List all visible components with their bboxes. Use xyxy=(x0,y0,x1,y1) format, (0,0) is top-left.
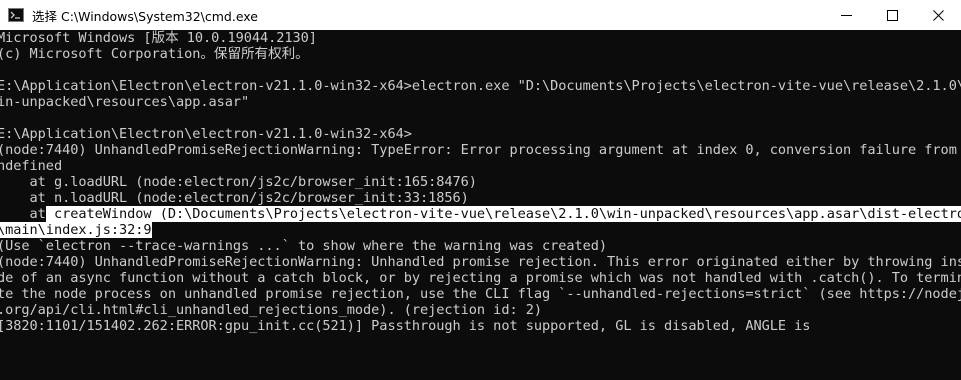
cmd-window: 选择 C:\Windows\System32\cmd.exe Microsoft… xyxy=(0,0,961,380)
console-line-with-selection: at createWindow (D:\Documents\Projects\e… xyxy=(0,206,961,222)
minimize-button[interactable] xyxy=(823,0,869,30)
console-line: .org/api/cli.html#cli_unhandled_rejectio… xyxy=(0,302,542,318)
console-line: te the node process on unhandled promise… xyxy=(0,286,961,302)
minimize-icon xyxy=(840,14,852,16)
window-controls xyxy=(823,0,961,30)
maximize-icon xyxy=(886,9,898,21)
console-line: ndefined xyxy=(0,158,63,174)
window-title: 选择 C:\Windows\System32\cmd.exe xyxy=(32,8,258,24)
console-line: in-unpacked\resources\app.asar" xyxy=(0,94,250,110)
console-line: (Use `electron --trace-warnings ...` to … xyxy=(0,238,608,254)
text-selection[interactable]: \main\index.js:32:9 xyxy=(0,222,152,238)
console-line: Microsoft Windows [版本 10.0.19044.2130] xyxy=(0,30,317,46)
maximize-button[interactable] xyxy=(869,0,915,30)
console-line: (node:7440) UnhandledPromiseRejectionWar… xyxy=(0,254,961,270)
title-bar[interactable]: 选择 C:\Windows\System32\cmd.exe xyxy=(0,0,961,30)
console-line-with-selection: \main\index.js:32:9 xyxy=(0,222,152,238)
console-line: (node:7440) UnhandledPromiseRejectionWar… xyxy=(0,142,961,158)
cmd-icon xyxy=(8,8,24,22)
close-icon xyxy=(932,9,944,21)
console-line: at n.loadURL (node:electron/js2c/browser… xyxy=(0,190,469,206)
console-line: (c) Microsoft Corporation。保留所有权利。 xyxy=(0,46,309,62)
console-line: E:\Application\Electron\electron-v21.1.0… xyxy=(0,126,412,142)
console-output[interactable]: Microsoft Windows [版本 10.0.19044.2130] (… xyxy=(0,30,961,380)
console-line: E:\Application\Electron\electron-v21.1.0… xyxy=(0,78,961,94)
console-line: at g.loadURL (node:electron/js2c/browser… xyxy=(0,174,477,190)
console-line: [3820:1101/151402.262:ERROR:gpu_init.cc(… xyxy=(0,318,811,334)
console-line-prefix: at xyxy=(0,206,46,222)
close-button[interactable] xyxy=(915,0,961,30)
console-line: de of an async function without a catch … xyxy=(0,270,961,286)
text-selection[interactable]: createWindow (D:\Documents\Projects\elec… xyxy=(45,206,961,222)
